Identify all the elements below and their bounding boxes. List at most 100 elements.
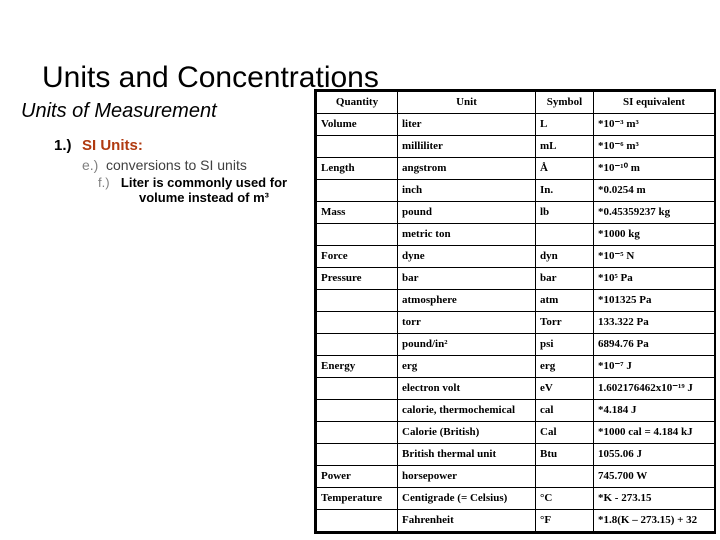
cell-symbol: eV bbox=[535, 377, 594, 400]
cell-quantity bbox=[316, 399, 398, 422]
cell-quantity bbox=[316, 333, 398, 356]
cell-quantity bbox=[316, 223, 398, 246]
table-row: Mass pound lb *0.45359237 kg bbox=[316, 201, 715, 224]
column-header-si-equivalent: SI equivalent bbox=[593, 91, 715, 114]
cell-quantity bbox=[316, 509, 398, 532]
cell-si-equivalent: *10⁻¹⁰ m bbox=[593, 157, 715, 180]
units-conversion-table: Quantity Unit Symbol SI equivalent Volum… bbox=[314, 89, 716, 534]
bullet-level3-marker: f.) bbox=[98, 175, 110, 190]
slide-canvas: Units and Concentrations Units of Measur… bbox=[0, 0, 720, 540]
cell-symbol: lb bbox=[535, 201, 594, 224]
cell-si-equivalent: *1000 kg bbox=[593, 223, 715, 246]
table-row: Calorie (British) Cal *1000 cal = 4.184 kJ bbox=[316, 421, 715, 444]
subheading: Units of Measurement bbox=[21, 100, 217, 122]
cell-symbol: °C bbox=[535, 487, 594, 510]
bullet-level1-marker: 1.) bbox=[54, 137, 72, 154]
cell-unit: calorie, thermochemical bbox=[397, 399, 536, 422]
cell-unit: Fahrenheit bbox=[397, 509, 536, 532]
cell-quantity bbox=[316, 443, 398, 466]
cell-quantity: Pressure bbox=[316, 267, 398, 290]
cell-si-equivalent: 1.602176462x10⁻¹⁹ J bbox=[593, 377, 715, 400]
cell-symbol: °F bbox=[535, 509, 594, 532]
cell-si-equivalent: *10⁻⁶ m³ bbox=[593, 135, 715, 158]
cell-quantity: Mass bbox=[316, 201, 398, 224]
table-row: atmosphere atm *101325 Pa bbox=[316, 289, 715, 312]
table-row: pound/in² psi 6894.76 Pa bbox=[316, 333, 715, 356]
cell-unit: pound/in² bbox=[397, 333, 536, 356]
cell-symbol: erg bbox=[535, 355, 594, 378]
cell-si-equivalent: *10⁻⁵ N bbox=[593, 245, 715, 268]
table-row: Fahrenheit °F *1.8(K – 273.15) + 32 bbox=[316, 509, 715, 532]
table-row: calorie, thermochemical cal *4.184 J bbox=[316, 399, 715, 422]
table-row: Energy erg erg *10⁻⁷ J bbox=[316, 355, 715, 378]
column-header-symbol: Symbol bbox=[535, 91, 594, 114]
cell-unit: torr bbox=[397, 311, 536, 334]
table-row: electron volt eV 1.602176462x10⁻¹⁹ J bbox=[316, 377, 715, 400]
cell-symbol: Å bbox=[535, 157, 594, 180]
cell-symbol: L bbox=[535, 113, 594, 136]
bullet-level2-marker: e.) bbox=[82, 157, 99, 173]
cell-si-equivalent: *10⁻³ m³ bbox=[593, 113, 715, 136]
column-header-unit: Unit bbox=[397, 91, 536, 114]
cell-symbol: dyn bbox=[535, 245, 594, 268]
table-row: Power horsepower 745.700 W bbox=[316, 465, 715, 488]
cell-unit: Centigrade (= Celsius) bbox=[397, 487, 536, 510]
cell-quantity bbox=[316, 135, 398, 158]
cell-quantity bbox=[316, 179, 398, 202]
table-row: Force dyne dyn *10⁻⁵ N bbox=[316, 245, 715, 268]
cell-unit: British thermal unit bbox=[397, 443, 536, 466]
cell-si-equivalent: *K - 273.15 bbox=[593, 487, 715, 510]
cell-symbol: psi bbox=[535, 333, 594, 356]
table-row: inch In. *0.0254 m bbox=[316, 179, 715, 202]
bullet-level3: f.) Liter is commonly used for volume in… bbox=[20, 175, 310, 205]
cell-symbol: Torr bbox=[535, 311, 594, 334]
cell-unit: metric ton bbox=[397, 223, 536, 246]
bullet-level2-text: conversions to SI units bbox=[106, 157, 247, 173]
left-content-block: Units of Measurement 1.) SI Units: e.) c… bbox=[20, 100, 310, 205]
bullet-level1: 1.) SI Units: bbox=[20, 137, 310, 154]
cell-symbol: bar bbox=[535, 267, 594, 290]
cell-si-equivalent: *1.8(K – 273.15) + 32 bbox=[593, 509, 715, 532]
table-header-row: Quantity Unit Symbol SI equivalent bbox=[316, 91, 715, 114]
cell-unit: erg bbox=[397, 355, 536, 378]
cell-quantity bbox=[316, 421, 398, 444]
table-row: torr Torr 133.322 Pa bbox=[316, 311, 715, 334]
cell-unit: inch bbox=[397, 179, 536, 202]
cell-symbol bbox=[535, 223, 594, 246]
cell-quantity: Temperature bbox=[316, 487, 398, 510]
cell-si-equivalent: *0.45359237 kg bbox=[593, 201, 715, 224]
cell-si-equivalent: *10⁵ Pa bbox=[593, 267, 715, 290]
cell-quantity: Length bbox=[316, 157, 398, 180]
cell-quantity: Force bbox=[316, 245, 398, 268]
cell-unit: dyne bbox=[397, 245, 536, 268]
cell-unit: horsepower bbox=[397, 465, 536, 488]
cell-unit: Calorie (British) bbox=[397, 421, 536, 444]
cell-si-equivalent: 1055.06 J bbox=[593, 443, 715, 466]
cell-unit: angstrom bbox=[397, 157, 536, 180]
bullet-level1-text: SI Units: bbox=[82, 137, 143, 154]
cell-unit: electron volt bbox=[397, 377, 536, 400]
cell-quantity: Power bbox=[316, 465, 398, 488]
table-row: metric ton *1000 kg bbox=[316, 223, 715, 246]
cell-symbol: atm bbox=[535, 289, 594, 312]
table-row: Length angstrom Å *10⁻¹⁰ m bbox=[316, 157, 715, 180]
cell-si-equivalent: *101325 Pa bbox=[593, 289, 715, 312]
cell-quantity: Volume bbox=[316, 113, 398, 136]
cell-quantity bbox=[316, 377, 398, 400]
cell-si-equivalent: *0.0254 m bbox=[593, 179, 715, 202]
table-row: Volume liter L *10⁻³ m³ bbox=[316, 113, 715, 136]
cell-si-equivalent: *10⁻⁷ J bbox=[593, 355, 715, 378]
cell-unit: milliliter bbox=[397, 135, 536, 158]
table-row: milliliter mL *10⁻⁶ m³ bbox=[316, 135, 715, 158]
cell-unit: liter bbox=[397, 113, 536, 136]
cell-si-equivalent: 745.700 W bbox=[593, 465, 715, 488]
cell-quantity bbox=[316, 289, 398, 312]
column-header-quantity: Quantity bbox=[316, 91, 398, 114]
cell-unit: bar bbox=[397, 267, 536, 290]
cell-quantity: Energy bbox=[316, 355, 398, 378]
cell-symbol bbox=[535, 465, 594, 488]
cell-unit: atmosphere bbox=[397, 289, 536, 312]
cell-si-equivalent: *1000 cal = 4.184 kJ bbox=[593, 421, 715, 444]
cell-symbol: cal bbox=[535, 399, 594, 422]
table-row: Pressure bar bar *10⁵ Pa bbox=[316, 267, 715, 290]
